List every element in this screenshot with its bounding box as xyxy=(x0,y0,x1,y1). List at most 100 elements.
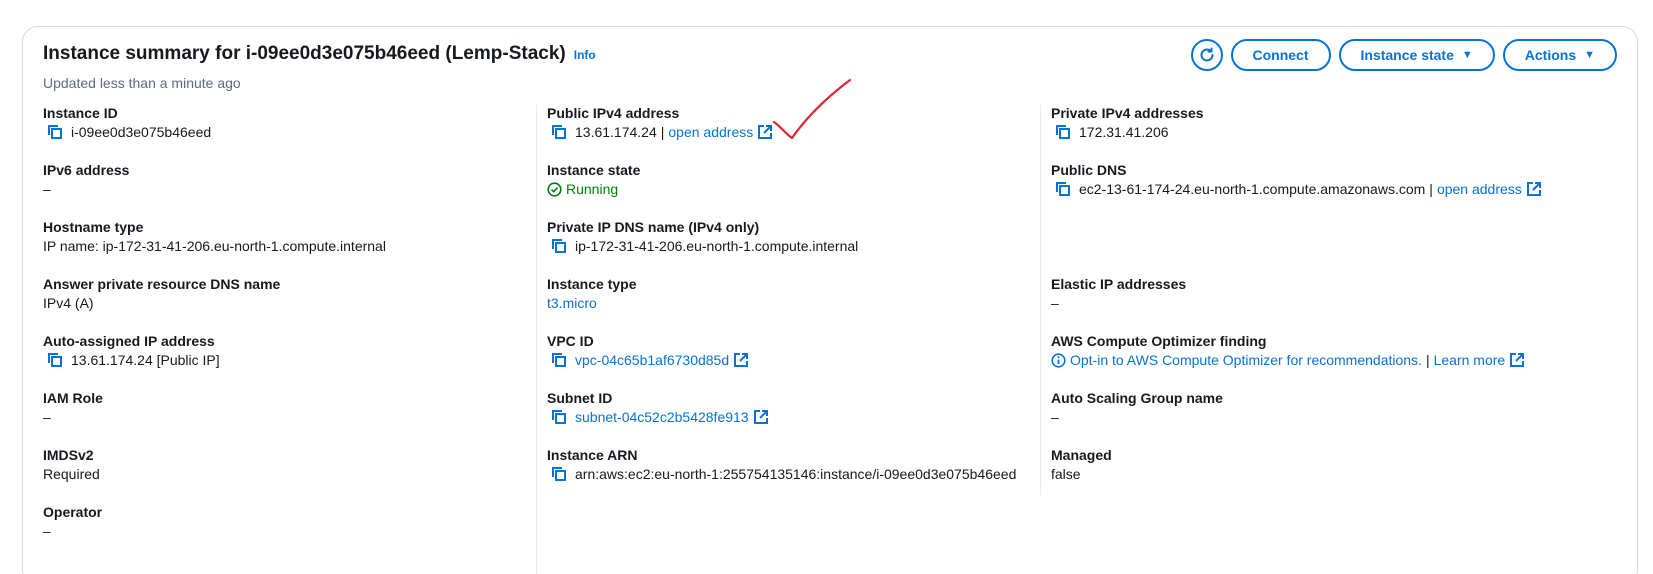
auto-ip-value: 13.61.174.24 [Public IP] xyxy=(71,352,220,368)
field-managed: Managed false xyxy=(1051,447,1112,482)
caret-down-icon: ▼ xyxy=(1461,49,1473,61)
public-ipv4-value: 13.61.174.24 xyxy=(575,124,657,140)
field-compute-optimizer: AWS Compute Optimizer finding Opt-in to … xyxy=(1051,333,1525,368)
title-row: Instance summary for i-09ee0d3e075b46eed… xyxy=(43,43,596,65)
optimizer-opt-in-link[interactable]: Opt-in to AWS Compute Optimizer for reco… xyxy=(1070,352,1422,368)
instance-id-value: i-09ee0d3e075b46eed xyxy=(71,124,212,140)
copy-icon[interactable] xyxy=(551,124,567,140)
actions-label: Actions xyxy=(1524,47,1577,63)
copy-icon[interactable] xyxy=(47,124,63,140)
field-subnet-id: Subnet ID subnet-04c52c2b5428fe913 xyxy=(547,390,768,425)
copy-icon[interactable] xyxy=(1055,124,1071,140)
field-label: VPC ID xyxy=(547,333,594,349)
asg-value: – xyxy=(1051,409,1059,425)
subnet-id-link[interactable]: subnet-04c52c2b5428fe913 xyxy=(575,409,749,425)
field-operator: Operator – xyxy=(43,504,102,539)
info-icon xyxy=(1051,352,1066,368)
private-dns-value: ip-172-31-41-206.eu-north-1.compute.inte… xyxy=(575,238,859,254)
learn-more-link[interactable]: Learn more xyxy=(1434,352,1506,368)
field-hostname-type: Hostname type IP name: ip-172-31-41-206.… xyxy=(43,219,386,254)
handwritten-checkmark-annotation xyxy=(772,78,852,140)
field-label: Public DNS xyxy=(1051,162,1127,178)
field-label: Private IP DNS name (IPv4 only) xyxy=(547,219,760,235)
ipv6-value: – xyxy=(43,181,51,197)
field-label: IPv6 address xyxy=(43,162,130,178)
copy-icon[interactable] xyxy=(551,466,567,482)
operator-value: – xyxy=(43,523,51,539)
connect-label: Connect xyxy=(1252,47,1309,63)
open-address-link[interactable]: open address xyxy=(668,124,753,140)
refresh-button[interactable] xyxy=(1190,39,1223,71)
field-label: Hostname type xyxy=(43,219,144,235)
vpc-id-link[interactable]: vpc-04c65b1af6730d85d xyxy=(575,352,729,368)
check-circle-icon xyxy=(547,181,562,197)
field-label: Private IPv4 addresses xyxy=(1051,105,1204,121)
field-auto-ip: Auto-assigned IP address 13.61.174.24 [P… xyxy=(43,333,220,368)
separator: | xyxy=(1429,181,1433,197)
copy-icon[interactable] xyxy=(551,409,567,425)
field-label: Instance state xyxy=(547,162,641,178)
instance-state-label: Instance state xyxy=(1360,47,1454,63)
field-ipv6: IPv6 address – xyxy=(43,162,129,197)
imdsv2-value: Required xyxy=(43,466,100,482)
public-dns-value: ec2-13-61-174-24.eu-north-1.compute.amaz… xyxy=(1079,181,1426,197)
field-label: Auto-assigned IP address xyxy=(43,333,215,349)
field-elastic-ip: Elastic IP addresses – xyxy=(1051,276,1186,311)
refresh-icon xyxy=(1200,47,1213,62)
field-label: IMDSv2 xyxy=(43,447,94,463)
field-answer-dns: Answer private resource DNS name IPv4 (A… xyxy=(43,276,280,311)
field-label: Public IPv4 address xyxy=(547,105,680,121)
field-label: IAM Role xyxy=(43,390,103,406)
instance-state-value: Running xyxy=(566,181,619,197)
copy-icon[interactable] xyxy=(47,352,63,368)
field-private-ipv4: Private IPv4 addresses 172.31.41.206 xyxy=(1051,105,1204,140)
field-public-dns: Public DNS ec2-13-61-174-24.eu-north-1.c… xyxy=(1051,162,1541,197)
field-imdsv2: IMDSv2 Required xyxy=(43,447,100,482)
field-label: Answer private resource DNS name xyxy=(43,276,281,292)
field-label: Subnet ID xyxy=(547,390,613,406)
copy-icon[interactable] xyxy=(551,352,567,368)
copy-icon[interactable] xyxy=(551,238,567,254)
instance-type-link[interactable]: t3.micro xyxy=(547,295,636,311)
field-label: Instance ID xyxy=(43,105,118,121)
external-link-icon[interactable] xyxy=(753,410,768,424)
private-ipv4-value: 172.31.41.206 xyxy=(1079,124,1169,140)
field-public-ipv4: Public IPv4 address 13.61.174.24 | open … xyxy=(547,105,773,140)
field-label: Instance ARN xyxy=(547,447,638,463)
iam-role-value: – xyxy=(43,409,51,425)
hostname-type-value: IP name: ip-172-31-41-206.eu-north-1.com… xyxy=(43,238,386,254)
external-link-icon[interactable] xyxy=(1526,182,1541,196)
field-private-dns: Private IP DNS name (IPv4 only) ip-172-3… xyxy=(547,219,858,254)
caret-down-icon: ▼ xyxy=(1584,49,1595,61)
elastic-ip-value: – xyxy=(1051,295,1059,311)
field-label: Auto Scaling Group name xyxy=(1051,390,1223,406)
external-link-icon[interactable] xyxy=(734,353,749,367)
external-link-icon[interactable] xyxy=(1510,353,1525,367)
field-label: Elastic IP addresses xyxy=(1051,276,1187,292)
actions-button[interactable]: Actions ▼ xyxy=(1502,39,1617,71)
instance-arn-value: arn:aws:ec2:eu-north-1:255754135146:inst… xyxy=(575,466,1017,482)
field-instance-id: Instance ID i-09ee0d3e075b46eed xyxy=(43,105,211,140)
info-link[interactable]: Info xyxy=(574,48,596,62)
open-address-link[interactable]: open address xyxy=(1437,181,1522,197)
field-label: AWS Compute Optimizer finding xyxy=(1051,333,1267,349)
field-instance-type: Instance type t3.micro xyxy=(547,276,636,311)
field-iam-role: IAM Role – xyxy=(43,390,103,425)
managed-value: false xyxy=(1051,466,1081,482)
separator: | xyxy=(660,124,665,140)
instance-state-button[interactable]: Instance state ▼ xyxy=(1338,39,1495,71)
answer-dns-value: IPv4 (A) xyxy=(43,295,94,311)
connect-button[interactable]: Connect xyxy=(1230,39,1331,71)
action-buttons: Connect Instance state ▼ Actions ▼ xyxy=(1190,39,1617,71)
updated-timestamp: Updated less than a minute ago xyxy=(43,75,241,91)
field-label: Operator xyxy=(43,504,103,520)
copy-icon[interactable] xyxy=(1055,181,1071,197)
field-instance-arn: Instance ARN arn:aws:ec2:eu-north-1:2557… xyxy=(547,447,1016,482)
field-auto-scaling-group: Auto Scaling Group name – xyxy=(1051,390,1223,425)
separator: | xyxy=(1425,352,1430,368)
field-label: Instance type xyxy=(547,276,637,292)
field-instance-state: Instance state Running xyxy=(547,162,640,197)
page-title: Instance summary for i-09ee0d3e075b46eed… xyxy=(43,43,566,64)
field-label: Managed xyxy=(1051,447,1112,463)
field-vpc-id: VPC ID vpc-04c65b1af6730d85d xyxy=(547,333,749,368)
